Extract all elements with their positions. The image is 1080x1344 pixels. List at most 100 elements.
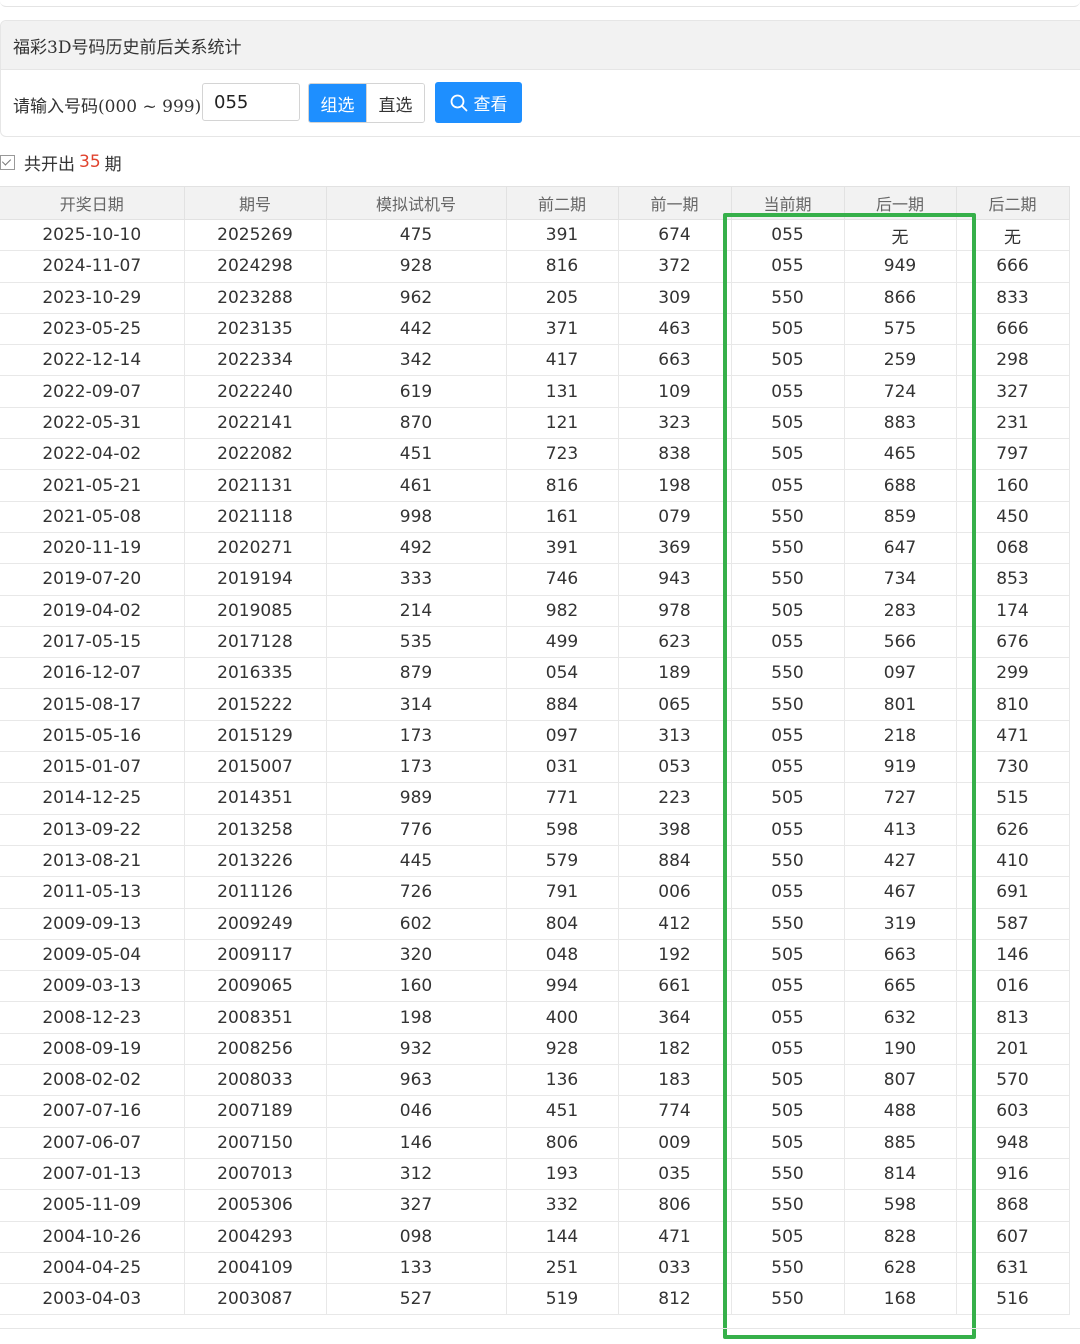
history-table-grid: 开奖日期 期号 模拟试机号 前二期 前一期 当前期 后一期 后二期 2025-10-10 202… bbox=[0, 186, 1070, 1316]
table-cell: 963 bbox=[326, 1064, 507, 1097]
table-cell: 2022141 bbox=[184, 407, 327, 440]
table-cell: 065 bbox=[618, 688, 732, 721]
table-cell: 009 bbox=[618, 1127, 732, 1159]
column-header[interactable]: 期号 bbox=[184, 186, 327, 220]
table-row: 2008-12-23 2008351 198 400 364 055 632 813 bbox=[0, 1001, 1070, 1034]
table-cell: 2017-05-15 bbox=[0, 626, 185, 659]
table-cell: 806 bbox=[506, 1127, 619, 1159]
table-cell: 445 bbox=[326, 845, 507, 878]
table-cell: 053 bbox=[618, 751, 732, 784]
table-cell: 879 bbox=[326, 657, 507, 690]
table-cell: 587 bbox=[956, 908, 1070, 940]
table-cell: 505 bbox=[731, 1064, 845, 1097]
table-cell: 398 bbox=[618, 814, 732, 846]
table-cell: 223 bbox=[618, 782, 732, 815]
table-row: 2011-05-13 2011126 726 791 006 055 467 691 bbox=[0, 876, 1070, 909]
table-cell: 2005-11-09 bbox=[0, 1189, 185, 1222]
next-panel-edge bbox=[0, 1328, 1080, 1344]
table-cell: 055 bbox=[731, 375, 845, 408]
query-form: 请输入号码(000 ~ 999)： 组选 直选 查看 bbox=[1, 70, 1080, 136]
table-cell: 746 bbox=[506, 563, 619, 596]
table-cell: 2020-11-19 bbox=[0, 532, 185, 565]
table-row: 2022-04-02 2022082 451 723 838 505 465 797 bbox=[0, 438, 1070, 471]
table-cell: 371 bbox=[506, 313, 619, 346]
table-cell: 2008256 bbox=[184, 1033, 327, 1066]
table-row: 2008-09-19 2008256 932 928 182 055 190 201 bbox=[0, 1033, 1070, 1066]
table-cell: 550 bbox=[731, 845, 845, 878]
table-cell: 2023288 bbox=[184, 282, 327, 314]
table-row: 2023-10-29 2023288 962 205 309 550 866 833 bbox=[0, 282, 1070, 314]
column-header[interactable]: 前二期 bbox=[506, 186, 619, 220]
table-cell: 833 bbox=[956, 282, 1070, 314]
table-row: 2009-09-13 2009249 602 804 412 550 319 587 bbox=[0, 908, 1070, 940]
table-cell: 804 bbox=[506, 908, 619, 940]
table-cell: 2008-12-23 bbox=[0, 1001, 185, 1034]
table-row: 2013-09-22 2013258 776 598 398 055 413 626 bbox=[0, 814, 1070, 846]
table-cell: 160 bbox=[956, 469, 1070, 502]
table-cell: 055 bbox=[731, 626, 845, 659]
table-cell: 492 bbox=[326, 532, 507, 565]
table-cell: 033 bbox=[618, 1252, 732, 1285]
table-cell: 814 bbox=[844, 1158, 957, 1191]
column-header[interactable]: 后一期 bbox=[844, 186, 957, 220]
table-cell: 2008-09-19 bbox=[0, 1033, 185, 1066]
table-cell: 400 bbox=[506, 1001, 619, 1034]
column-header[interactable]: 后二期 bbox=[956, 186, 1070, 220]
table-cell: 579 bbox=[506, 845, 619, 878]
table-cell: 816 bbox=[506, 250, 619, 283]
group-mode-button[interactable]: 组选 bbox=[309, 84, 366, 122]
column-header[interactable]: 当前期 bbox=[731, 186, 845, 220]
table-row: 2021-05-21 2021131 461 816 198 055 688 160 bbox=[0, 469, 1070, 502]
table-cell: 2015-01-07 bbox=[0, 751, 185, 784]
checkbox-icon bbox=[0, 154, 15, 170]
query-button[interactable]: 查看 bbox=[435, 82, 522, 123]
table-cell: 989 bbox=[326, 782, 507, 815]
table-cell: 461 bbox=[326, 469, 507, 502]
table-cell: 505 bbox=[731, 344, 845, 377]
table-cell: 055 bbox=[731, 751, 845, 784]
previous-panel-edge bbox=[0, 0, 1080, 7]
table-cell: 505 bbox=[731, 1095, 845, 1128]
table-cell: 550 bbox=[731, 1158, 845, 1191]
table-cell: 259 bbox=[844, 344, 957, 377]
table-cell: 2025-10-10 bbox=[0, 219, 185, 252]
panel-title: 福彩3D号码历史前后关系统计 bbox=[1, 21, 1080, 70]
table-cell: 146 bbox=[956, 939, 1070, 972]
table-row: 2015-08-17 2015222 314 884 065 550 801 810 bbox=[0, 688, 1070, 721]
table-cell: 055 bbox=[731, 1001, 845, 1034]
table-row: 2014-12-25 2014351 989 771 223 505 727 515 bbox=[0, 782, 1070, 815]
table-cell: 550 bbox=[731, 908, 845, 940]
table-cell: 369 bbox=[618, 532, 732, 565]
table-row: 2009-03-13 2009065 160 994 661 055 665 016 bbox=[0, 970, 1070, 1003]
table-cell: 2013-08-21 bbox=[0, 845, 185, 878]
table-cell: 055 bbox=[731, 250, 845, 283]
query-panel: 福彩3D号码历史前后关系统计 请输入号码(000 ~ 999)： 组选 直选 查… bbox=[0, 20, 1080, 137]
column-header[interactable]: 前一期 bbox=[618, 186, 732, 220]
column-header[interactable]: 开奖日期 bbox=[0, 186, 185, 220]
table-cell: 2009249 bbox=[184, 908, 327, 940]
table-cell: 883 bbox=[844, 407, 957, 440]
table-cell: 205 bbox=[506, 282, 619, 314]
table-cell: 2007-06-07 bbox=[0, 1127, 185, 1159]
table-cell: 465 bbox=[844, 438, 957, 471]
table-cell: 943 bbox=[618, 563, 732, 596]
table-cell: 505 bbox=[731, 939, 845, 972]
number-input[interactable] bbox=[202, 83, 300, 121]
table-cell: 2022240 bbox=[184, 375, 327, 408]
column-header[interactable]: 模拟试机号 bbox=[326, 186, 507, 220]
table-cell: 866 bbox=[844, 282, 957, 314]
table-cell: 828 bbox=[844, 1221, 957, 1253]
direct-mode-button[interactable]: 直选 bbox=[366, 84, 424, 122]
table-cell: 2007013 bbox=[184, 1158, 327, 1191]
table-cell: 550 bbox=[731, 1252, 845, 1285]
table-row: 2024-11-07 2024298 928 816 372 055 949 666 bbox=[0, 250, 1070, 283]
table-cell: 932 bbox=[326, 1033, 507, 1066]
table-cell: 198 bbox=[326, 1001, 507, 1034]
table-cell: 885 bbox=[844, 1127, 957, 1159]
table-cell: 097 bbox=[844, 657, 957, 690]
table-row: 2007-06-07 2007150 146 806 009 505 885 948 bbox=[0, 1127, 1070, 1159]
table-cell: 2023-05-25 bbox=[0, 313, 185, 346]
table-cell: 550 bbox=[731, 1283, 845, 1316]
table-cell: 079 bbox=[618, 501, 732, 533]
table-row: 2025-10-10 2025269 475 391 674 055 无无 bbox=[0, 219, 1070, 252]
